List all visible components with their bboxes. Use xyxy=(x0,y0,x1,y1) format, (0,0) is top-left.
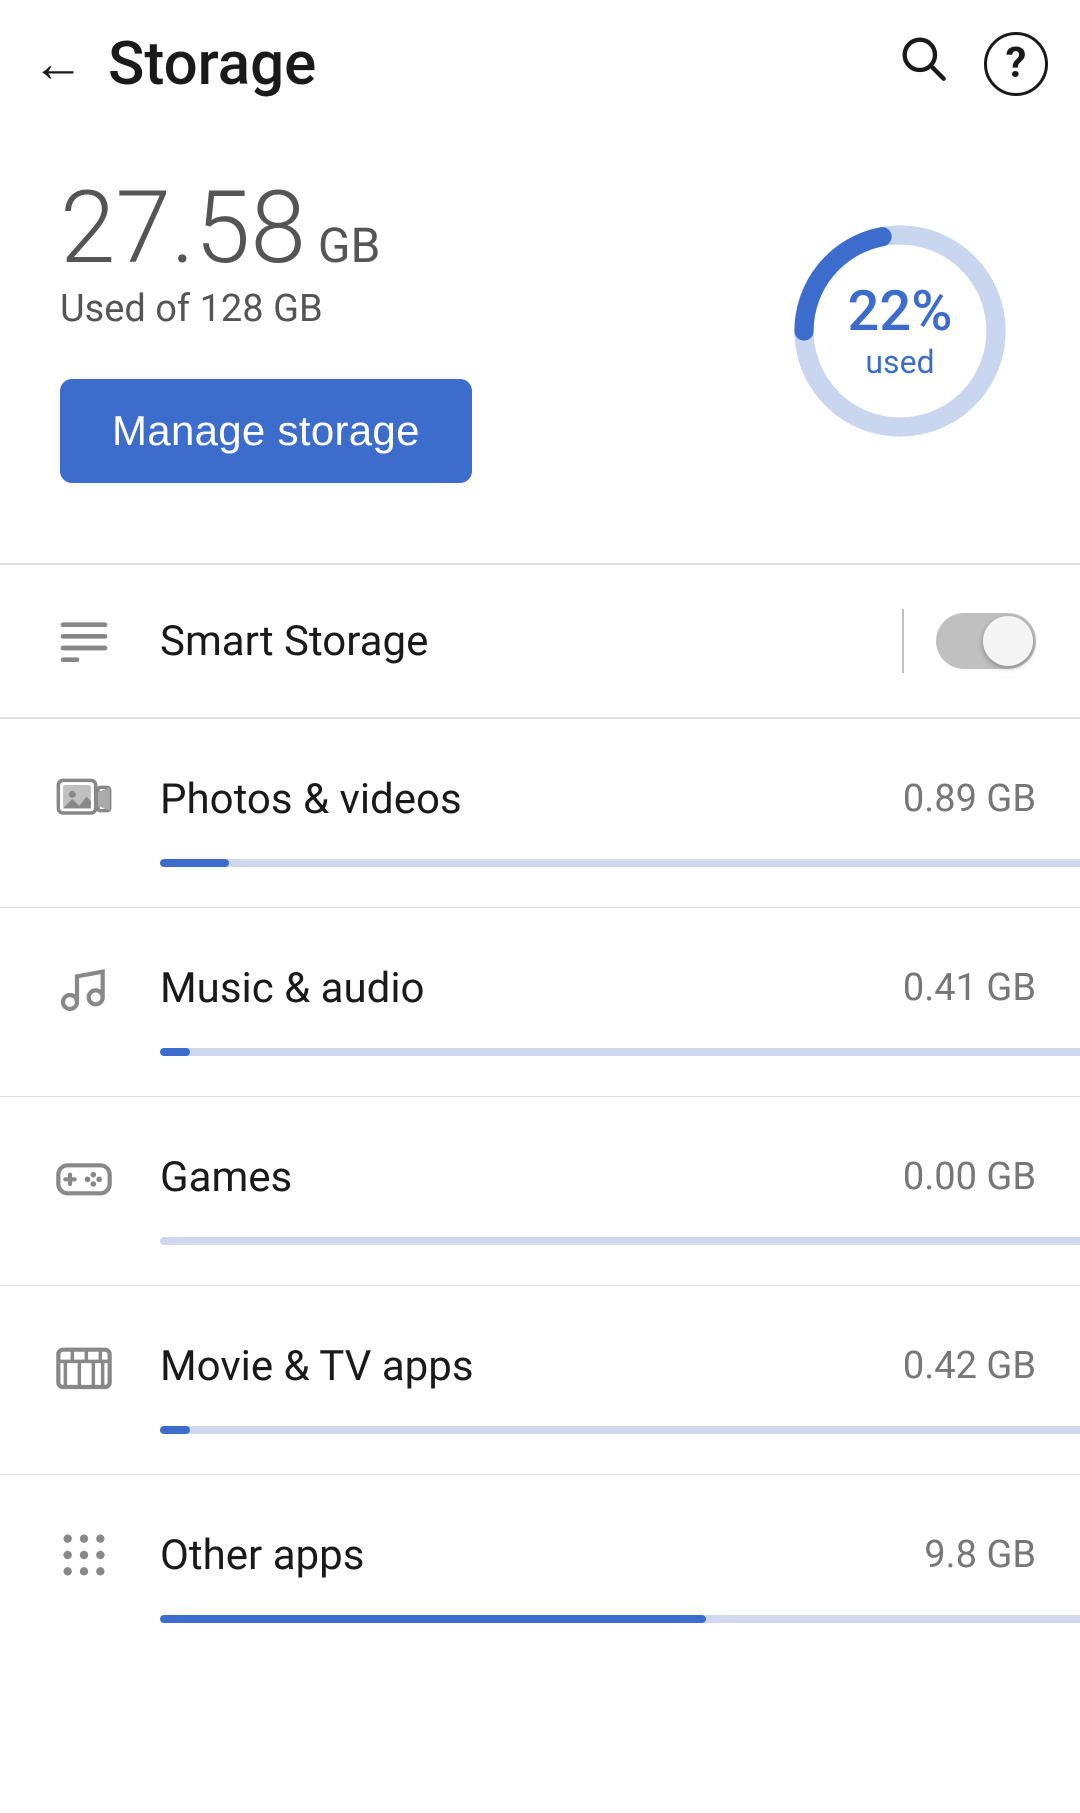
category-header-music: Music & audio 0.41 GB xyxy=(44,948,1036,1028)
movie-bar-track xyxy=(160,1426,1080,1434)
music-audio-icon xyxy=(56,960,112,1016)
music-size: 0.41 GB xyxy=(903,966,1036,1010)
other-apps-label: Other apps xyxy=(160,1531,924,1580)
back-button[interactable]: ← xyxy=(32,38,84,90)
storage-used-value: 27.58 xyxy=(60,179,306,279)
header-actions: ? xyxy=(896,31,1048,96)
vertical-divider xyxy=(902,609,904,673)
smart-storage-row[interactable]: Smart Storage xyxy=(0,565,1080,718)
donut-percent: 22% xyxy=(848,281,953,343)
movie-tv-icon xyxy=(56,1338,112,1394)
category-row-other-apps[interactable]: Other apps 9.8 GB xyxy=(0,1475,1080,1663)
storage-amount: 27.58 GB xyxy=(60,179,740,279)
games-icon xyxy=(44,1137,124,1217)
category-header-movie: Movie & TV apps 0.42 GB xyxy=(44,1326,1036,1406)
photos-size: 0.89 GB xyxy=(903,777,1036,821)
other-apps-bar-track xyxy=(160,1615,1080,1623)
search-icon[interactable] xyxy=(896,31,948,96)
photos-bar-track xyxy=(160,859,1080,867)
header: ← Storage ? xyxy=(0,0,1080,119)
games-size: 0.00 GB xyxy=(903,1155,1036,1199)
category-row-games[interactable]: Games 0.00 GB xyxy=(0,1097,1080,1285)
storage-donut-chart: 22% used xyxy=(780,211,1020,451)
page-title: Storage xyxy=(108,28,896,99)
category-row-movie[interactable]: Movie & TV apps 0.42 GB xyxy=(0,1286,1080,1474)
music-icon xyxy=(44,948,124,1028)
category-header-other-apps: Other apps 9.8 GB xyxy=(44,1515,1036,1595)
movie-bar-fill xyxy=(160,1426,190,1434)
photos-label: Photos & videos xyxy=(160,775,903,824)
music-label: Music & audio xyxy=(160,964,903,1013)
smart-storage-toggle[interactable] xyxy=(936,613,1036,669)
list-icon xyxy=(56,613,112,669)
storage-text: 27.58 GB Used of 128 GB Manage storage xyxy=(60,179,740,483)
storage-summary: 27.58 GB Used of 128 GB Manage storage 2… xyxy=(0,119,1080,563)
smart-storage-label: Smart Storage xyxy=(160,617,902,666)
other-apps-size: 9.8 GB xyxy=(924,1533,1036,1577)
help-icon[interactable]: ? xyxy=(984,32,1048,96)
movie-label: Movie & TV apps xyxy=(160,1342,903,1391)
other-apps-bar-fill xyxy=(160,1615,706,1623)
grid-apps-icon xyxy=(56,1527,112,1583)
movie-size: 0.42 GB xyxy=(903,1344,1036,1388)
games-bar-track xyxy=(160,1237,1080,1245)
photos-bar-fill xyxy=(160,859,229,867)
storage-used-unit: GB xyxy=(318,222,381,270)
category-header-games: Games 0.00 GB xyxy=(44,1137,1036,1217)
donut-used-label: used xyxy=(848,343,953,381)
donut-label: 22% used xyxy=(848,281,953,381)
music-bar-fill xyxy=(160,1048,190,1056)
games-label: Games xyxy=(160,1153,903,1202)
smart-storage-icon xyxy=(44,601,124,681)
manage-storage-button[interactable]: Manage storage xyxy=(60,379,472,483)
music-bar-track xyxy=(160,1048,1080,1056)
category-row-photos[interactable]: Photos & videos 0.89 GB xyxy=(0,719,1080,907)
toggle-knob xyxy=(983,616,1033,666)
movie-icon xyxy=(44,1326,124,1406)
category-row-music[interactable]: Music & audio 0.41 GB xyxy=(0,908,1080,1096)
storage-subtitle: Used of 128 GB xyxy=(60,287,740,331)
other-apps-icon xyxy=(44,1515,124,1595)
photos-icon xyxy=(44,759,124,839)
category-header-photos: Photos & videos 0.89 GB xyxy=(44,759,1036,839)
games-controller-icon xyxy=(56,1149,112,1205)
photos-videos-icon xyxy=(56,771,112,827)
